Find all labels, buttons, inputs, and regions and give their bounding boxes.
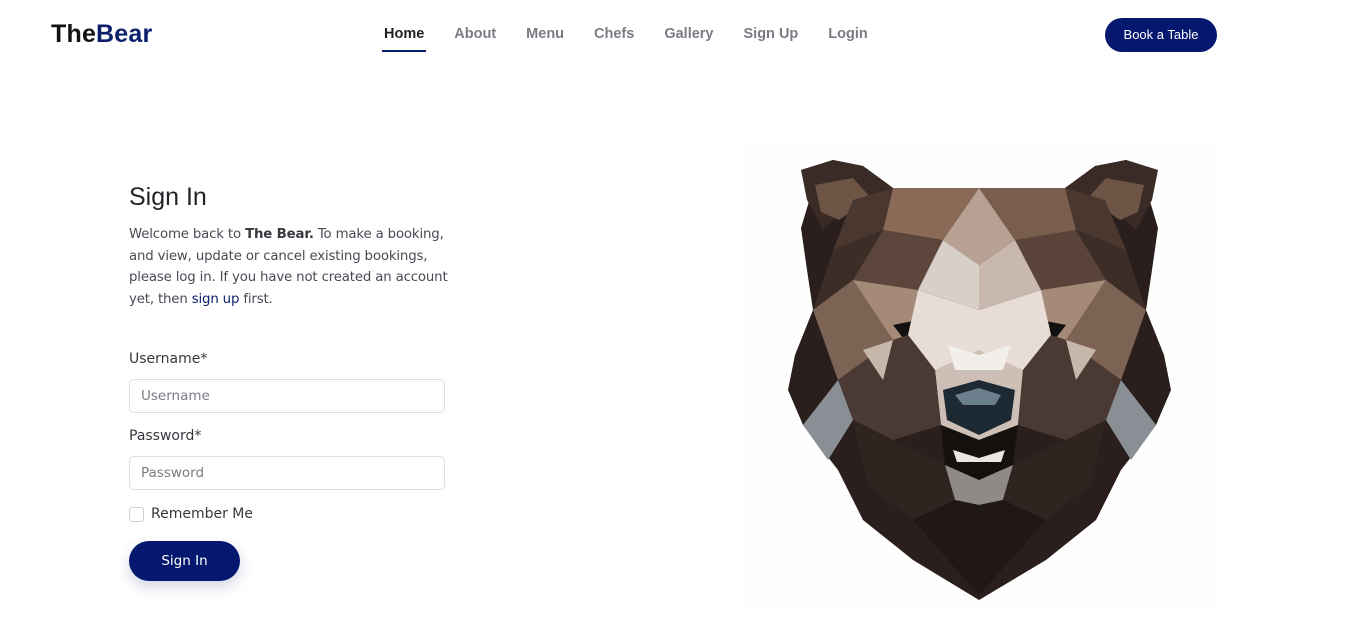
intro-brand: The Bear. — [245, 227, 314, 242]
nav-chefs[interactable]: Chefs — [579, 26, 649, 52]
username-label: Username* — [129, 351, 208, 367]
nav-gallery[interactable]: Gallery — [649, 26, 728, 52]
brand-prefix: The — [51, 20, 97, 48]
signup-link[interactable]: sign up — [192, 292, 240, 307]
nav-home[interactable]: Home — [369, 26, 439, 52]
signin-description: Welcome back to The Bear. To make a book… — [129, 224, 449, 310]
book-a-table-button[interactable]: Book a Table — [1105, 18, 1217, 52]
brand-logo[interactable]: TheBear — [51, 20, 152, 49]
brand-accent: Bear — [96, 20, 153, 48]
page-title: Sign In — [129, 183, 207, 211]
password-label: Password* — [129, 428, 202, 444]
site-header: TheBear Home About Menu Chefs Gallery Si… — [0, 0, 1365, 70]
nav-login[interactable]: Login — [813, 26, 882, 52]
username-input[interactable] — [129, 379, 445, 413]
main-nav: Home About Menu Chefs Gallery Sign Up Lo… — [369, 26, 883, 52]
remember-me-checkbox[interactable] — [129, 506, 144, 522]
signin-intro: Sign In Welcome back to The Bear. To mak… — [129, 183, 449, 310]
intro-text-start: Welcome back to — [129, 227, 246, 242]
low-poly-bear-head-icon — [788, 160, 1171, 600]
nav-signup[interactable]: Sign Up — [729, 26, 814, 52]
password-input[interactable] — [129, 456, 445, 490]
remember-me-label[interactable]: Remember Me — [151, 506, 253, 522]
remember-me-row: Remember Me — [129, 506, 253, 522]
intro-text-end: first. — [239, 291, 273, 307]
nav-menu[interactable]: Menu — [511, 26, 579, 52]
nav-about[interactable]: About — [439, 26, 511, 52]
sign-in-button[interactable]: Sign In — [129, 541, 240, 581]
bear-illustration — [743, 140, 1216, 612]
